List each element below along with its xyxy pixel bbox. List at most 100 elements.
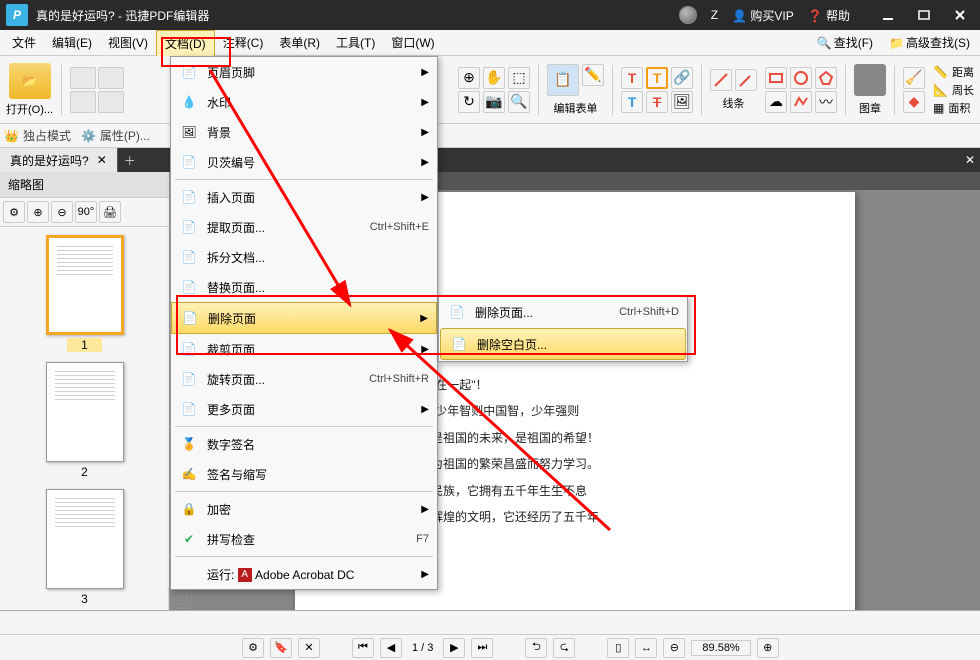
- tool-icon[interactable]: [98, 91, 124, 113]
- dd-spellcheck[interactable]: ✔拼写检查F7: [171, 524, 437, 554]
- menu-view[interactable]: 视图(V): [100, 30, 156, 55]
- circle-icon[interactable]: [790, 67, 812, 89]
- perimeter-icon[interactable]: 📐: [933, 83, 948, 97]
- help-button[interactable]: ❓ 帮助: [808, 7, 850, 24]
- page-position[interactable]: 1 / 3: [408, 642, 437, 654]
- menu-edit[interactable]: 编辑(E): [44, 30, 100, 55]
- sb-options-icon[interactable]: ⚙: [242, 638, 264, 658]
- menu-form[interactable]: 表单(R): [271, 30, 328, 55]
- sb-tool-print-icon[interactable]: 🖨: [99, 201, 121, 223]
- thumbnail-3[interactable]: [46, 489, 124, 589]
- thumbnails-panel[interactable]: 1 2 3: [0, 227, 169, 610]
- open-file-icon[interactable]: 📂: [9, 63, 51, 99]
- dd-encrypt[interactable]: 🔒加密▶: [171, 494, 437, 524]
- menu-window[interactable]: 窗口(W): [383, 30, 442, 55]
- sb-last-page-icon[interactable]: ⏭: [471, 638, 493, 658]
- sb-x-icon[interactable]: ✕: [298, 638, 320, 658]
- search-tool-icon[interactable]: 🔍: [508, 91, 530, 113]
- zoom-in-icon[interactable]: ⊕: [458, 67, 480, 89]
- sb-zoom-in-icon[interactable]: ⊕: [757, 638, 779, 658]
- dd-bates[interactable]: 📄贝茨编号▶: [171, 147, 437, 177]
- dd-background[interactable]: 🖼背景▶: [171, 117, 437, 147]
- sb-prev-page-icon[interactable]: ◀: [380, 638, 402, 658]
- thumbnail-1[interactable]: [46, 235, 124, 335]
- sb-fit-width-icon[interactable]: ↔: [635, 638, 657, 658]
- dd-sign-initials[interactable]: ✍签名与缩写: [171, 459, 437, 489]
- dd-extract-page[interactable]: 📄提取页面...Ctrl+Shift+E: [171, 212, 437, 242]
- menu-document[interactable]: 文档(D): [156, 30, 215, 56]
- menu-comment[interactable]: 注释(C): [215, 30, 272, 55]
- dd-header-footer[interactable]: 📄页眉页脚▶: [171, 57, 437, 87]
- dd-run-acrobat[interactable]: 运行: A Adobe Acrobat DC▶: [171, 559, 437, 589]
- sb-next-page-icon[interactable]: ▶: [443, 638, 465, 658]
- image-icon[interactable]: 🖼: [671, 91, 693, 113]
- dd-more-pages[interactable]: 📄更多页面▶: [171, 394, 437, 424]
- hand-icon[interactable]: ✋: [483, 67, 505, 89]
- props-button[interactable]: ⚙️属性(P)...: [81, 127, 150, 144]
- replace-page-icon: 📄: [179, 277, 199, 297]
- print-icon[interactable]: [70, 91, 96, 113]
- sb-tool-rotate-icon[interactable]: 90°: [75, 201, 97, 223]
- sb-tool-options-icon[interactable]: ⚙: [3, 201, 25, 223]
- curve-icon[interactable]: 〰: [815, 91, 837, 113]
- text-t2-icon[interactable]: T: [646, 67, 668, 89]
- dd-delete-page[interactable]: 📄删除页面▶: [171, 302, 437, 334]
- dd-split-doc[interactable]: 📄拆分文档...: [171, 242, 437, 272]
- exclusive-mode-button[interactable]: 👑独占模式: [4, 127, 71, 144]
- menu-tool[interactable]: 工具(T): [328, 30, 383, 55]
- sb-forward-icon[interactable]: ⮎: [553, 638, 575, 658]
- ruler-icon[interactable]: 📏: [933, 65, 948, 79]
- dd-watermark[interactable]: 💧水印▶: [171, 87, 437, 117]
- cloud-icon[interactable]: ☁: [765, 91, 787, 113]
- camera-icon[interactable]: 📷: [483, 91, 505, 113]
- maximize-button[interactable]: [910, 5, 938, 25]
- tool-icon[interactable]: [98, 67, 124, 89]
- tab-close-icon[interactable]: ✕: [97, 153, 107, 167]
- globe-icon[interactable]: [679, 6, 697, 24]
- stamp-icon[interactable]: [854, 64, 886, 96]
- minimize-button[interactable]: [874, 5, 902, 25]
- eraser2-icon[interactable]: ◆: [903, 91, 925, 113]
- form-icon[interactable]: 📋: [547, 64, 579, 96]
- area-icon[interactable]: ▦: [933, 101, 944, 115]
- user-initial[interactable]: Z: [711, 8, 718, 22]
- search-button[interactable]: 🔍 查找(F): [811, 32, 879, 53]
- zoom-level[interactable]: 89.58%: [691, 640, 750, 656]
- sb-back-icon[interactable]: ⮌: [525, 638, 547, 658]
- document-tab[interactable]: 真的是好运吗? ✕: [0, 148, 118, 172]
- tab-add-button[interactable]: ＋: [118, 148, 142, 172]
- buy-vip-button[interactable]: 👤 购买VIP: [732, 7, 794, 24]
- dd-replace-page[interactable]: 📄替换页面...: [171, 272, 437, 302]
- link-icon[interactable]: 🔗: [671, 67, 693, 89]
- tab-close-all-icon[interactable]: ✕: [960, 150, 980, 170]
- close-button[interactable]: [946, 5, 974, 25]
- text-t-icon[interactable]: T: [621, 67, 643, 89]
- rect-icon[interactable]: [765, 67, 787, 89]
- arrow-icon[interactable]: [735, 69, 757, 91]
- text-strike-icon[interactable]: T: [646, 91, 668, 113]
- menu-file[interactable]: 文件: [4, 30, 44, 55]
- adv-search-button[interactable]: 📁 高级查找(S): [883, 32, 976, 53]
- polygon-icon[interactable]: [815, 67, 837, 89]
- eraser-icon[interactable]: 🧹: [903, 67, 925, 89]
- rotate-icon[interactable]: ↻: [458, 91, 480, 113]
- thumbnail-2[interactable]: [46, 362, 124, 462]
- dd-digital-sign[interactable]: 🏅数字签名: [171, 429, 437, 459]
- sb-bookmark-icon[interactable]: 🔖: [270, 638, 292, 658]
- sb-first-page-icon[interactable]: ⏮: [352, 638, 374, 658]
- dd-crop-page[interactable]: 📄裁剪页面▶: [171, 334, 437, 364]
- sb-tool-zoom-out-icon[interactable]: ⊖: [51, 201, 73, 223]
- sub-delete-page[interactable]: 📄删除页面...Ctrl+Shift+D: [439, 297, 687, 327]
- sub-delete-blank[interactable]: 📄删除空白页...: [440, 328, 686, 360]
- dd-insert-page[interactable]: 📄插入页面▶: [171, 182, 437, 212]
- save-icon[interactable]: [70, 67, 96, 89]
- dd-rotate-page[interactable]: 📄旋转页面...Ctrl+Shift+R: [171, 364, 437, 394]
- polyline-icon[interactable]: [790, 91, 812, 113]
- pencil-icon[interactable]: ✏️: [582, 64, 604, 86]
- sb-tool-zoom-in-icon[interactable]: ⊕: [27, 201, 49, 223]
- text-t3-icon[interactable]: T: [621, 91, 643, 113]
- line-icon[interactable]: [710, 69, 732, 91]
- sb-zoom-out-icon[interactable]: ⊖: [663, 638, 685, 658]
- sb-fit-page-icon[interactable]: ▯: [607, 638, 629, 658]
- select-icon[interactable]: ⬚: [508, 67, 530, 89]
